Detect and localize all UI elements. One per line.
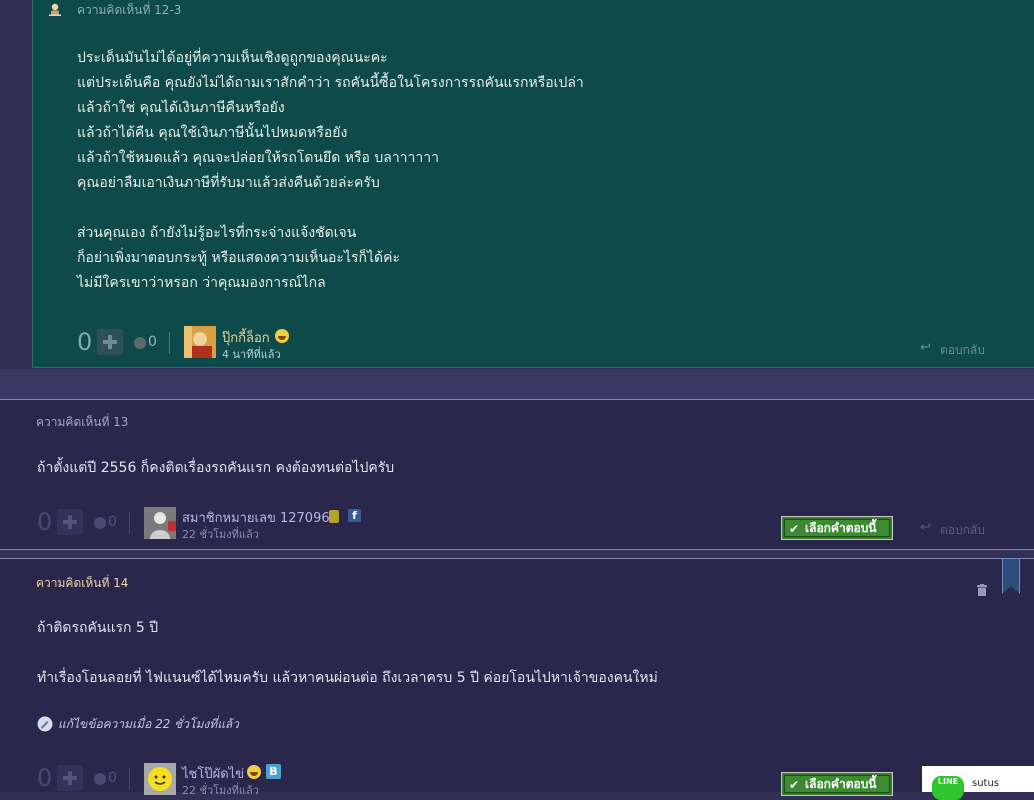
- facebook-icon[interactable]: f: [348, 509, 361, 522]
- reply-line: แล้วถ้าได้คืน คุณใช้เงินภาษีนั้นไปหมดหรื…: [77, 125, 348, 141]
- select-answer-button[interactable]: ✔ เลือกคำตอบนี้: [781, 772, 893, 796]
- user-icon: [49, 3, 61, 16]
- line-logo-icon[interactable]: LINE: [932, 776, 964, 800]
- post-time: 4 นาทีที่แล้ว: [222, 348, 281, 361]
- plus-vote-button[interactable]: [57, 765, 83, 791]
- reply-line: แล้วถ้าใช้หมดแล้ว คุณจะปล่อยให้รถโดนยึด …: [77, 150, 439, 166]
- select-answer-label: เลือกคำตอบนี้: [805, 521, 877, 535]
- edit-note: แก้ไขข้อความเมื่อ 22 ชั่วโมงที่แล้ว: [58, 717, 240, 731]
- select-answer-button[interactable]: ✔ เลือกคำตอบนี้: [781, 516, 893, 540]
- divider: [169, 332, 170, 354]
- check-icon: ✔: [789, 778, 800, 792]
- post-time: 22 ชั่วโมงที่แล้ว: [182, 784, 259, 797]
- select-answer-label: เลือกคำตอบนี้: [805, 777, 877, 791]
- comment-text: ถ้าตั้งแต่ปี 2556 ก็คงติดเรื่องรถคันแรก …: [37, 460, 395, 476]
- select-answer-inner[interactable]: ✔ เลือกคำตอบนี้: [784, 519, 890, 537]
- select-answer-inner[interactable]: ✔ เลือกคำตอบนี้: [784, 775, 890, 793]
- smile-icon: [275, 329, 289, 343]
- avatar[interactable]: [144, 507, 176, 539]
- reply-label: ความคิดเห็นที่ 12-3: [77, 3, 182, 17]
- reply-button[interactable]: ตอบกลับ: [940, 521, 985, 540]
- vote-count: 0: [37, 764, 53, 792]
- avatar[interactable]: [144, 763, 176, 795]
- plus-vote-button[interactable]: [97, 329, 123, 355]
- avatar[interactable]: [184, 326, 216, 358]
- line-widget-text: sutus: [972, 778, 1000, 789]
- line-share-widget[interactable]: LINE sutus: [922, 766, 1034, 800]
- post-time: 22 ชั่วโมงที่แล้ว: [182, 528, 259, 541]
- member-badge-icon: [329, 510, 339, 523]
- reply-line: ประเด็นมันไม่ได้อยู่ที่ความเห็นเชิงดูถูก…: [77, 50, 388, 66]
- divider: [129, 512, 130, 534]
- check-icon: ✔: [789, 522, 800, 536]
- separator-band: [0, 369, 1034, 399]
- vote-count: 0: [77, 328, 93, 356]
- reply-line: ส่วนคุณเอง ถ้ายังไม่รู้อะไรที่กระจ่างแจ้…: [77, 225, 357, 241]
- reply-line: คุณอย่าลืมเอาเงินภาษีที่รับมาแล้วส่งคืนด…: [77, 175, 380, 191]
- reply-line: ก็อย่าเพิ่งมาตอบกระทู้ หรือแสดงความเห็นอ…: [77, 250, 401, 266]
- blog-icon[interactable]: B: [266, 764, 281, 779]
- emotion-count: 0: [108, 514, 117, 530]
- emotion-icon[interactable]: [94, 773, 106, 785]
- reply-line: แล้วถ้าใช่ คุณได้เงินภาษีคืนหรือยัง: [77, 100, 285, 116]
- comment-label: ความคิดเห็นที่ 13: [36, 415, 129, 429]
- comment-label: ความคิดเห็นที่ 14: [36, 576, 129, 590]
- edit-note-icon: [37, 716, 53, 732]
- comment-text: ถ้าติดรถคันแรก 5 ปี: [37, 620, 159, 636]
- emotion-icon[interactable]: [134, 337, 146, 349]
- vote-count: 0: [37, 508, 53, 536]
- reply-line: ไม่มีใครเขาว่าหรอก ว่าคุณมองการณ์ไกล: [77, 275, 326, 291]
- divider: [0, 399, 1034, 400]
- reply-arrow-icon[interactable]: ↩: [920, 340, 931, 355]
- emotion-count: 0: [148, 334, 157, 350]
- reply-line: [77, 196, 584, 221]
- smile-icon: [247, 765, 261, 779]
- comment-text: ทำเรื่องโอนลอยที่ ไฟแนนซ์ได้ไหมครับ แล้ว…: [37, 670, 658, 686]
- trash-icon[interactable]: [977, 584, 987, 596]
- emotion-icon[interactable]: [94, 517, 106, 529]
- divider: [129, 768, 130, 790]
- reply-body: ประเด็นมันไม่ได้อยู่ที่ความเห็นเชิงดูถูก…: [77, 46, 584, 296]
- reply-button[interactable]: ตอบกลับ: [940, 341, 985, 360]
- plus-vote-button[interactable]: [57, 509, 83, 535]
- reply-arrow-icon[interactable]: ↩: [920, 520, 931, 535]
- reply-line: แต่ประเด็นคือ คุณยังไม่ได้ถามเราสักคำว่า…: [77, 75, 584, 91]
- separator-gap: [0, 550, 1034, 558]
- emotion-count: 0: [108, 770, 117, 786]
